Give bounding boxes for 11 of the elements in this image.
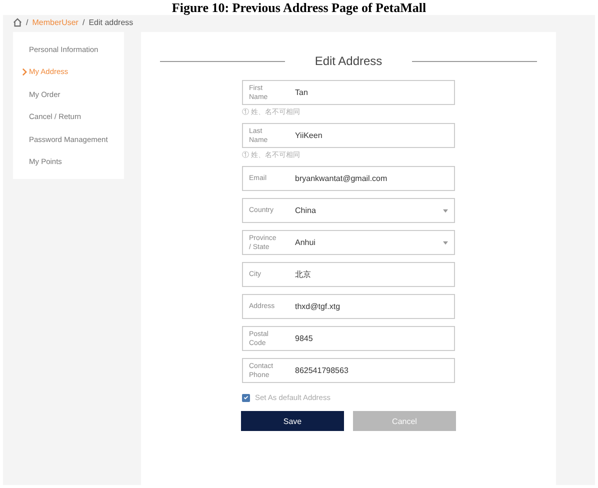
caret-icon [443, 240, 448, 244]
chevron-icon [22, 68, 27, 76]
breadcrumb-separator: / [26, 18, 28, 27]
breadcrumb-separator: / [82, 18, 85, 27]
checkbox[interactable] [242, 394, 250, 402]
figure-caption: Figure 10: Previous Address Page of PetaMall [170, 0, 428, 15]
breadcrumb-current: Edit address [88, 18, 134, 27]
home-icon[interactable] [13, 18, 22, 27]
form-title: Edit Address [314, 54, 382, 68]
caret-icon [443, 208, 448, 212]
save-button[interactable]: Save [241, 411, 344, 431]
